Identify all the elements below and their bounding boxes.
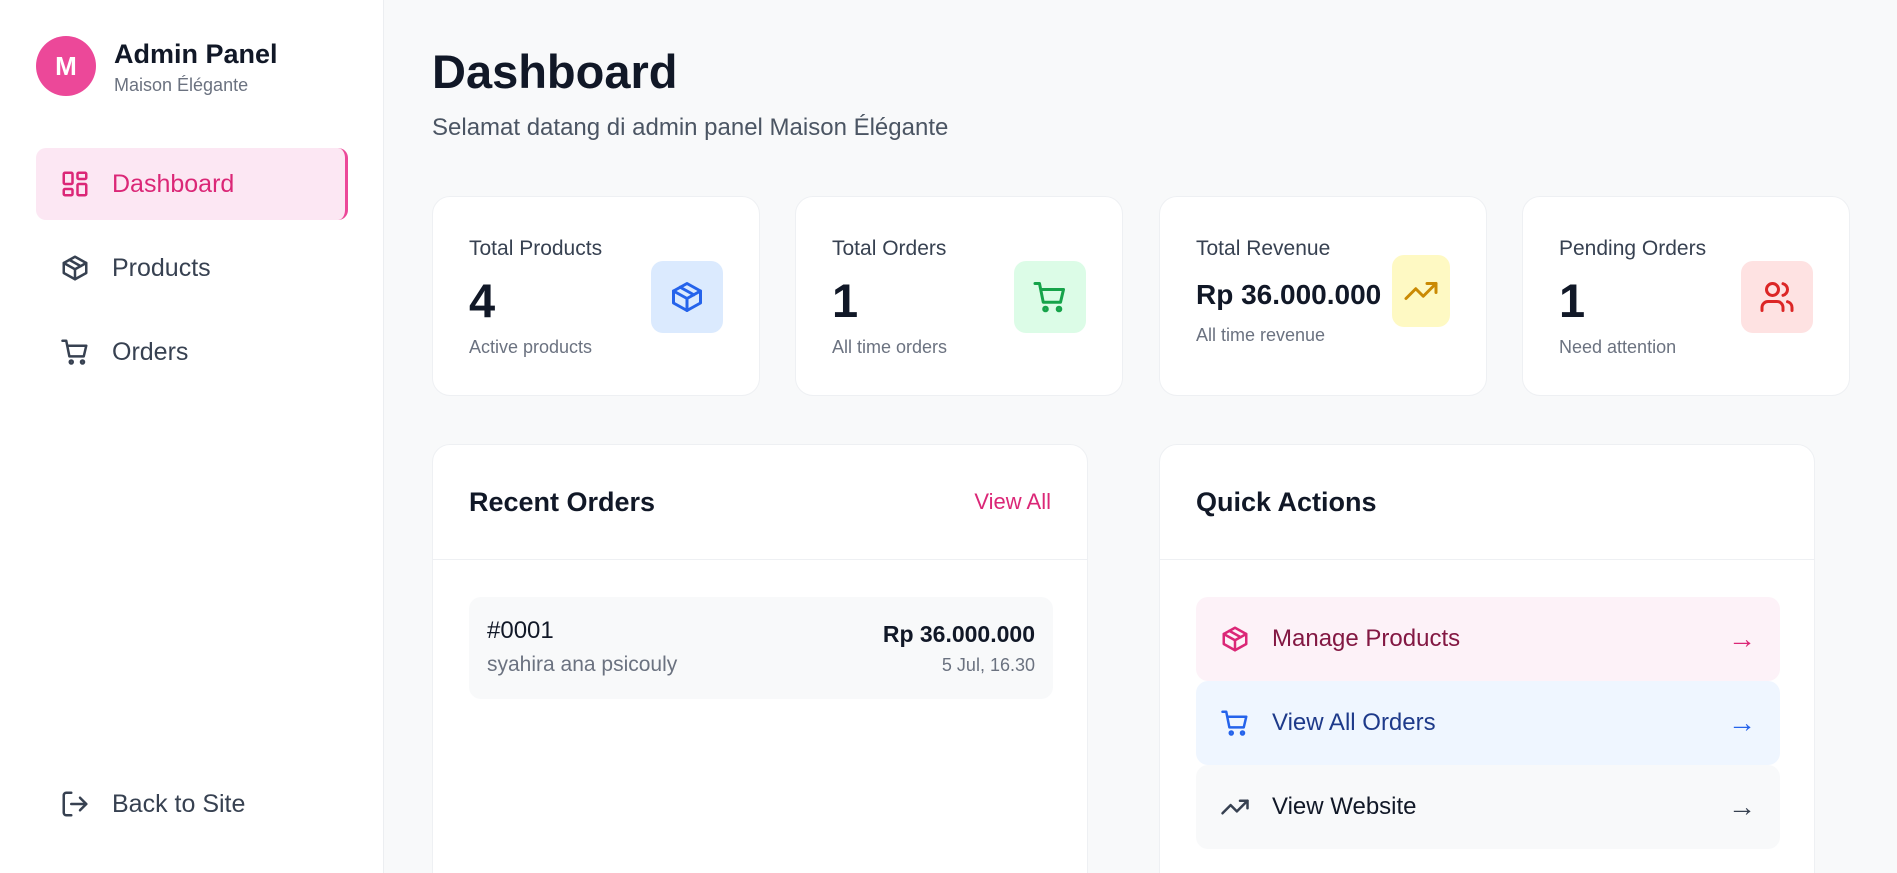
stat-card-products: Total Products 4 Active products xyxy=(432,196,760,396)
stat-note: All time revenue xyxy=(1196,325,1326,345)
package-icon xyxy=(62,255,88,281)
trending-up-icon xyxy=(1404,282,1438,300)
sidebar: M Admin Panel Maison Élégante Dashboard … xyxy=(0,0,384,873)
stat-note: All time orders xyxy=(832,337,948,357)
order-customer: syahira ana psicouly xyxy=(487,653,678,676)
stat-card-orders: Total Orders 1 All time orders xyxy=(795,196,1123,396)
view-all-link[interactable]: View All xyxy=(974,489,1051,515)
order-row[interactable]: #0001 syahira ana psicouly Rp 36.000.000… xyxy=(469,597,1053,699)
recent-orders-title: Recent Orders xyxy=(469,487,656,517)
back-to-site-link[interactable]: Back to Site xyxy=(36,768,348,840)
view-website-button[interactable]: View Website → xyxy=(1196,765,1780,849)
stat-icon-box xyxy=(651,261,723,333)
stat-value: Rp 36.000.000 xyxy=(1196,279,1382,310)
page-title: Dashboard xyxy=(432,45,678,98)
brand-title: Admin Panel xyxy=(114,38,278,69)
stat-label: Total Revenue xyxy=(1196,237,1331,260)
back-to-site-label: Back to Site xyxy=(112,789,246,818)
stat-note: Need attention xyxy=(1559,337,1677,357)
stat-note: Active products xyxy=(469,337,593,357)
recent-orders-panel: Recent Orders View All #0001 syahira ana… xyxy=(432,444,1088,873)
page-subtitle: Selamat datang di admin panel Maison Élé… xyxy=(432,114,949,141)
cart-icon xyxy=(61,339,88,365)
action-label: View Website xyxy=(1272,793,1417,820)
sidebar-item-label: Products xyxy=(112,253,211,282)
arrow-right-icon: → xyxy=(1728,791,1756,822)
manage-products-button[interactable]: Manage Products → xyxy=(1196,597,1780,681)
sidebar-item-products[interactable]: Products xyxy=(36,232,348,304)
logout-icon xyxy=(62,791,88,817)
action-label: Manage Products xyxy=(1272,625,1461,652)
brand: M Admin Panel Maison Élégante xyxy=(36,36,278,96)
arrow-right-icon: → xyxy=(1728,623,1756,654)
cart-icon xyxy=(1033,282,1065,313)
order-date: 5 Jul, 16.30 xyxy=(941,655,1035,675)
stat-value: 1 xyxy=(1559,274,1586,327)
stat-label: Pending Orders xyxy=(1559,237,1707,260)
brand-subtitle: Maison Élégante xyxy=(114,74,249,95)
stat-card-revenue: Total Revenue Rp 36.000.000 All time rev… xyxy=(1159,196,1487,396)
sidebar-item-dashboard[interactable]: Dashboard xyxy=(36,148,348,220)
view-all-orders-button[interactable]: View All Orders → xyxy=(1196,681,1780,765)
stat-label: Total Orders xyxy=(832,237,947,260)
quick-actions-title: Quick Actions xyxy=(1196,487,1377,517)
stat-label: Total Products xyxy=(469,237,603,260)
dashboard-icon xyxy=(62,171,88,197)
package-icon xyxy=(672,282,702,312)
stat-icon-box xyxy=(1741,261,1813,333)
stat-card-pending: Pending Orders 1 Need attention xyxy=(1522,196,1850,396)
sidebar-item-orders[interactable]: Orders xyxy=(36,316,348,388)
stat-icon-box xyxy=(1392,255,1450,327)
sidebar-item-label: Orders xyxy=(112,337,189,366)
stat-icon-box xyxy=(1014,261,1086,333)
arrow-right-icon: → xyxy=(1728,707,1756,738)
trending-up-icon xyxy=(1221,799,1249,815)
stat-value: 1 xyxy=(832,274,859,327)
quick-actions-panel: Quick Actions Manage Products → View All… xyxy=(1159,444,1815,873)
users-icon xyxy=(1760,282,1794,312)
order-id: #0001 xyxy=(487,617,554,644)
action-label: View All Orders xyxy=(1272,709,1436,736)
stat-value: 4 xyxy=(469,274,496,327)
avatar: M xyxy=(36,36,96,96)
order-amount: Rp 36.000.000 xyxy=(882,621,1035,647)
sidebar-item-label: Dashboard xyxy=(112,169,235,198)
package-icon xyxy=(1222,626,1248,652)
cart-icon xyxy=(1221,710,1248,736)
